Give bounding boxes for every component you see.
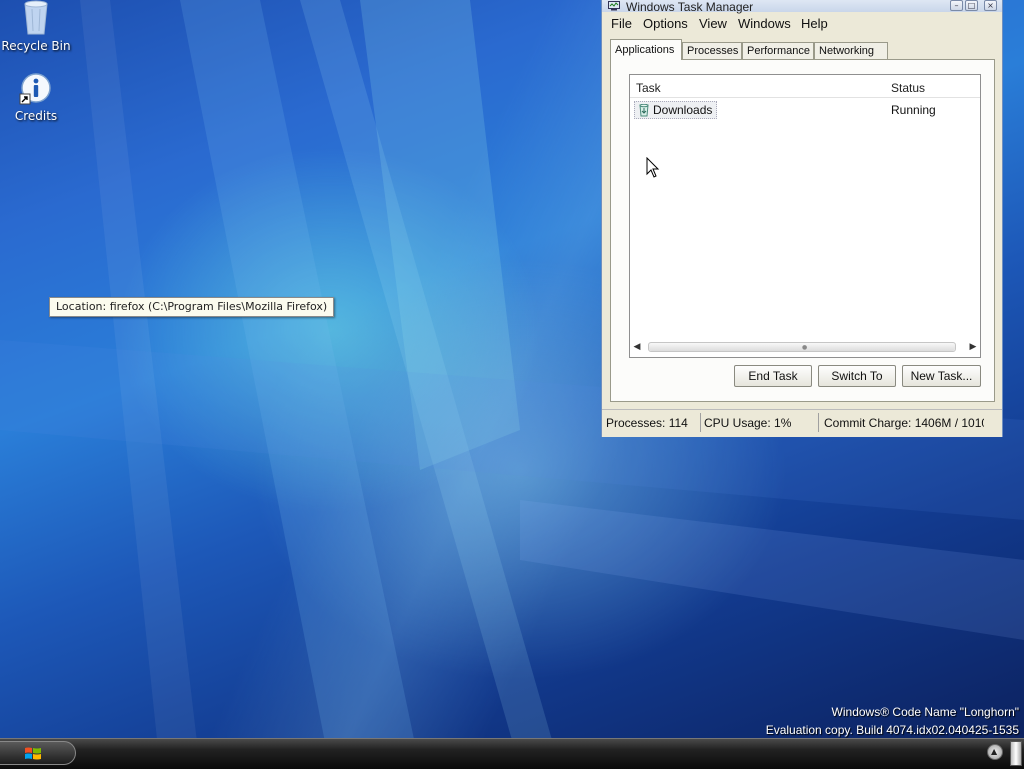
menu-help[interactable]: Help bbox=[801, 16, 828, 31]
scroll-right-arrow-icon[interactable]: ▶ bbox=[968, 342, 978, 352]
tab-applications[interactable]: Applications bbox=[610, 39, 682, 60]
status-commit-charge: Commit Charge: 1406M / 1010 bbox=[824, 416, 984, 430]
tab-processes[interactable]: Processes bbox=[682, 42, 742, 59]
minimize-button[interactable]: – bbox=[950, 0, 963, 11]
menu-windows[interactable]: Windows bbox=[738, 16, 791, 31]
recycle-bin-icon bbox=[24, 0, 48, 35]
desktop-icon-credits[interactable]: Credits bbox=[0, 72, 72, 123]
switch-to-button[interactable]: Switch To bbox=[818, 365, 896, 387]
task-list[interactable]: Task Status Downloads Running ◀ ● ▶ bbox=[629, 74, 981, 358]
scroll-left-arrow-icon[interactable]: ◀ bbox=[632, 342, 642, 352]
task-status: Running bbox=[891, 103, 936, 117]
status-processes: Processes: 114 bbox=[606, 416, 688, 430]
watermark-line-2: Evaluation copy. Build 4074.idx02.040425… bbox=[765, 723, 1019, 737]
task-name-cell: Downloads bbox=[634, 101, 718, 119]
show-desktop-button[interactable] bbox=[1010, 741, 1022, 766]
tray-expand-button[interactable]: ▲ bbox=[987, 744, 1003, 760]
desktop-icon-recycle-bin[interactable]: Recycle Bin bbox=[0, 0, 72, 53]
menu-bar: File Options View Windows Help bbox=[602, 14, 1002, 34]
close-icon: × bbox=[987, 1, 994, 10]
close-button[interactable]: × bbox=[984, 0, 997, 11]
task-list-header: Task Status bbox=[630, 75, 980, 98]
task-row[interactable]: Downloads Running bbox=[630, 101, 980, 119]
applications-panel: Task Status Downloads Running ◀ ● ▶ End … bbox=[610, 59, 995, 402]
scroll-thumb[interactable]: ● bbox=[649, 343, 955, 351]
recycle-bin-label: Recycle Bin bbox=[1, 39, 71, 53]
tab-performance[interactable]: Performance bbox=[742, 42, 814, 59]
start-button[interactable] bbox=[0, 741, 76, 765]
status-bar: Processes: 114 CPU Usage: 1% Commit Char… bbox=[602, 409, 1002, 437]
column-header-task[interactable]: Task bbox=[636, 81, 661, 95]
new-task-button[interactable]: New Task... bbox=[902, 365, 981, 387]
windows-logo-icon bbox=[25, 747, 41, 760]
status-cpu-usage: CPU Usage: 1% bbox=[704, 416, 792, 430]
scroll-grip-icon: ● bbox=[802, 344, 808, 351]
menu-options[interactable]: Options bbox=[643, 16, 688, 31]
task-manager-window: Windows Task Manager – □ × File Options … bbox=[601, 0, 1003, 437]
maximize-button[interactable]: □ bbox=[965, 0, 978, 11]
location-tooltip: Location: firefox (C:\Program Files\Mozi… bbox=[49, 297, 335, 317]
scroll-track[interactable]: ● bbox=[648, 342, 956, 352]
watermark-line-1: Windows® Code Name "Longhorn" bbox=[831, 705, 1019, 719]
chevron-up-icon: ▲ bbox=[991, 747, 998, 756]
menu-file[interactable]: File bbox=[611, 16, 632, 31]
minimize-icon: – bbox=[954, 1, 959, 10]
downloads-icon bbox=[639, 104, 649, 117]
task-manager-icon bbox=[608, 1, 620, 11]
end-task-button[interactable]: End Task bbox=[734, 365, 812, 387]
menu-view[interactable]: View bbox=[699, 16, 727, 31]
taskbar: ▲ bbox=[0, 738, 1024, 769]
column-header-status[interactable]: Status bbox=[891, 81, 925, 95]
build-watermark: Windows® Code Name "Longhorn" Evaluation… bbox=[766, 703, 1019, 739]
tab-networking[interactable]: Networking bbox=[814, 42, 888, 59]
status-separator bbox=[700, 413, 701, 432]
horizontal-scrollbar[interactable]: ◀ ● ▶ bbox=[632, 339, 978, 355]
task-name: Downloads bbox=[653, 103, 713, 117]
status-separator bbox=[818, 413, 819, 432]
mouse-cursor-icon bbox=[646, 157, 660, 178]
credits-label: Credits bbox=[14, 109, 58, 123]
window-title: Windows Task Manager bbox=[626, 0, 754, 14]
info-shortcut-icon bbox=[19, 73, 51, 105]
maximize-icon: □ bbox=[967, 1, 976, 10]
task-manager-title-bar[interactable]: Windows Task Manager – □ × bbox=[602, 0, 1002, 14]
